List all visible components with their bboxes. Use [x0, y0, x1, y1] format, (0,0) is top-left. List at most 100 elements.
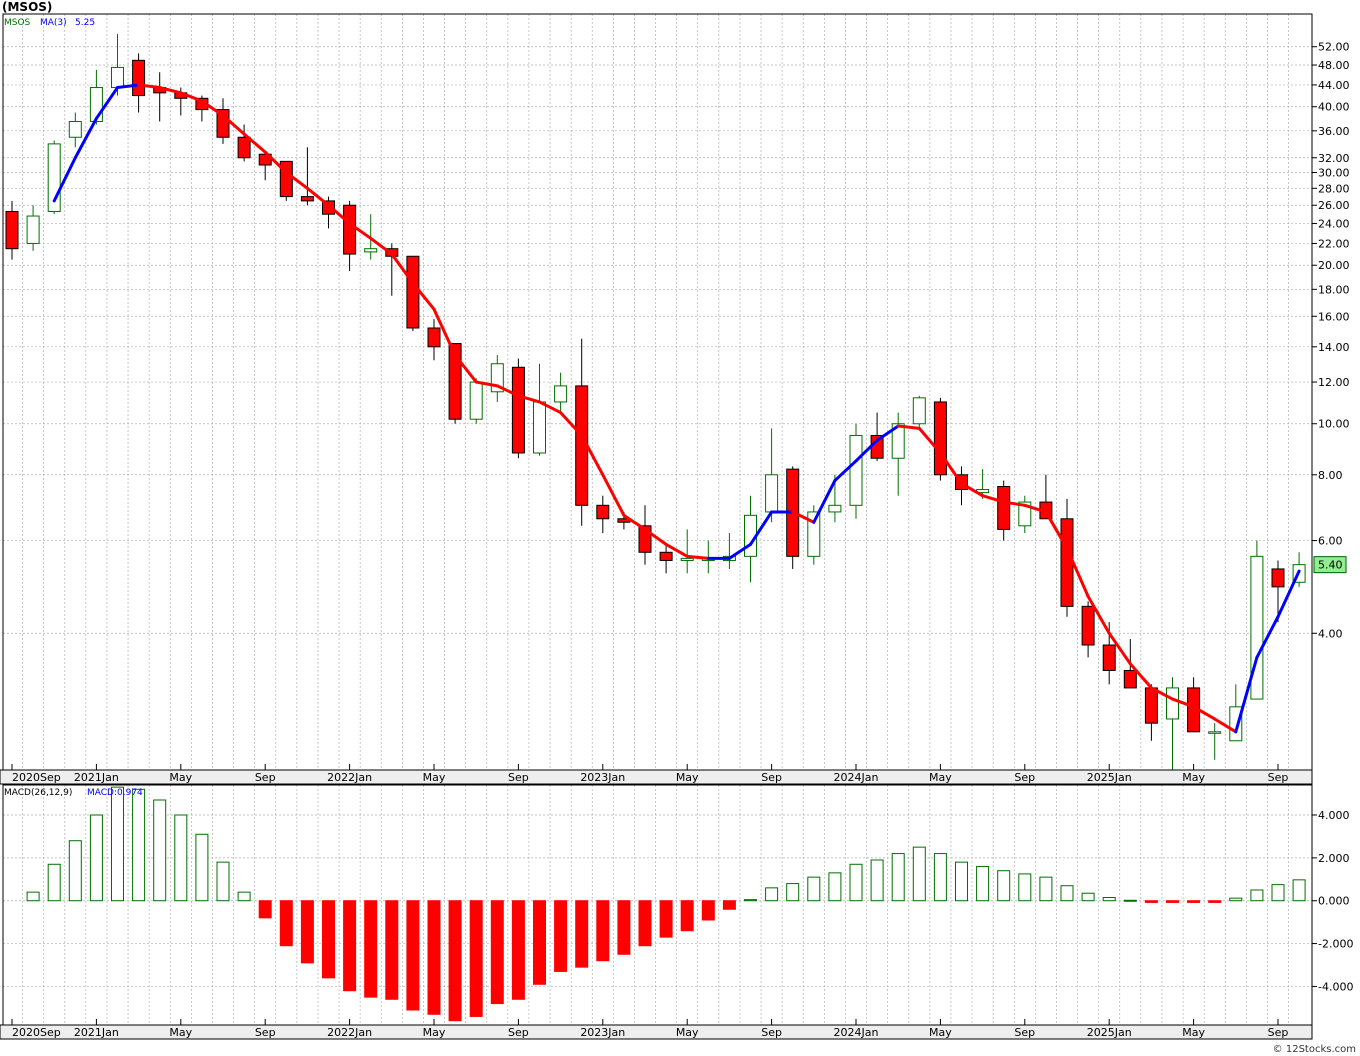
macd-x-tick-label: Sep — [508, 1026, 529, 1039]
candle-down — [933, 401, 947, 476]
legend-macd-name: MACD(26,12,9) — [4, 788, 72, 798]
macd-bar-positive — [237, 891, 251, 902]
candle-up — [828, 504, 842, 513]
macd-plot-area — [3, 785, 1312, 1025]
candle-up — [533, 401, 546, 454]
candle-down — [659, 551, 673, 561]
candle-down — [1102, 644, 1116, 671]
macd-x-tick-label: May — [169, 1026, 192, 1039]
macd-bar-positive — [849, 863, 863, 902]
macd-bar-negative — [343, 900, 357, 992]
macd-x-tick-label: Sep — [761, 1026, 782, 1039]
macd-bar-positive — [1271, 884, 1285, 902]
last-price-label: 5.40 — [1318, 559, 1343, 572]
macd-x-tick-label: May — [1182, 1026, 1205, 1039]
macd-bar-positive — [1229, 897, 1243, 902]
price-y-tick-label: 22.00 — [1318, 237, 1350, 250]
macd-bar-positive — [26, 891, 40, 902]
legend-symbol: MSOS — [4, 18, 31, 28]
price-x-tick-label: 2024Jan — [834, 771, 879, 784]
price-x-tick-label: Sep — [761, 771, 782, 784]
macd-bar-positive — [1292, 879, 1306, 902]
price-x-tick-label: Sep — [1014, 771, 1035, 784]
macd-bar-negative — [1187, 900, 1201, 903]
macd-y-tick-label: -2.000 — [1318, 938, 1353, 951]
price-x-tick-label: 2021Jan — [74, 771, 119, 784]
price-y-tick-label: 26.00 — [1318, 199, 1350, 212]
candle-up — [554, 385, 568, 403]
price-y-tick-label: 28.00 — [1318, 182, 1350, 195]
candle-up — [111, 66, 124, 89]
macd-x-tick-label: 2020Sep — [12, 1026, 61, 1039]
price-y-tick-label: 8.00 — [1318, 469, 1343, 482]
macd-bar-negative — [300, 900, 314, 964]
macd-y-tick-label: 2.000 — [1318, 852, 1350, 865]
price-x-tick-label: May — [676, 771, 699, 784]
price-y-tick-label: 12.00 — [1318, 376, 1350, 389]
candle-down — [596, 504, 610, 520]
price-x-tick-label: 2022Jan — [327, 771, 372, 784]
candle-up — [765, 474, 779, 513]
macd-bar-positive — [89, 814, 103, 902]
price-panel[interactable]: 52.00 48.00 44.00 40.00 36.00 32.00 30.00 28.00… — [0, 13, 1350, 785]
price-x-tick-label: May — [929, 771, 952, 784]
macd-bar-negative — [722, 900, 736, 910]
macd-bar-positive — [1102, 897, 1116, 902]
candle-down — [1123, 669, 1137, 689]
macd-bar-positive — [195, 833, 209, 902]
macd-bar-negative — [1144, 900, 1158, 903]
macd-bar-positive — [912, 846, 926, 902]
macd-bar-negative — [554, 900, 568, 972]
candle-down — [427, 327, 441, 348]
macd-bar-positive — [1250, 889, 1264, 902]
candle-down — [5, 210, 19, 250]
macd-bar-positive — [1081, 892, 1095, 902]
macd-bar-positive — [997, 870, 1011, 902]
candle-down — [1144, 687, 1158, 724]
macd-panel[interactable]: 4.000 2.000 0.000 -2.000 -4.000 2020Sep 2021Ja… — [0, 784, 1353, 1040]
macd-bar-negative — [596, 900, 610, 962]
candle-down — [1271, 568, 1285, 588]
macd-x-tick-label: 2021Jan — [74, 1026, 119, 1039]
macd-bar-negative — [1166, 900, 1179, 903]
macd-bar-negative — [701, 900, 715, 921]
price-y-tick-label: 10.00 — [1318, 418, 1350, 431]
candle-down — [1060, 518, 1074, 607]
macd-bar-positive — [1018, 873, 1032, 902]
price-y-tick-label: 52.00 — [1318, 41, 1350, 54]
price-x-tick-label: May — [423, 771, 446, 784]
price-y-tick-label: 44.00 — [1318, 79, 1350, 92]
price-y-tick-label: 30.00 — [1318, 167, 1350, 180]
price-y-tick-label: 24.00 — [1318, 218, 1350, 231]
candle-down — [406, 255, 420, 329]
macd-y-tick-label: 0.000 — [1318, 895, 1350, 908]
macd-x-tick-label: May — [423, 1026, 446, 1039]
price-x-tick-label: 2025Jan — [1087, 771, 1132, 784]
price-y-tick-label: 20.00 — [1318, 259, 1350, 272]
macd-bar-positive — [68, 840, 82, 902]
price-y-tick-label: 14.00 — [1318, 341, 1350, 354]
macd-bar-positive — [870, 859, 884, 902]
macd-bar-positive — [828, 872, 842, 902]
macd-bar-negative — [406, 900, 420, 1011]
macd-bar-negative — [659, 900, 673, 938]
price-x-tick-label: Sep — [1268, 771, 1289, 784]
macd-bar-negative — [385, 900, 399, 1000]
price-y-tick-label: 16.00 — [1318, 310, 1350, 323]
macd-bar-negative — [322, 900, 335, 979]
price-x-tick-label: Sep — [255, 771, 276, 784]
macd-bar-positive — [1123, 899, 1137, 902]
macd-bar-positive — [765, 887, 779, 902]
macd-bar-negative — [258, 900, 272, 919]
watermark: © 12Stocks.com — [1272, 1044, 1356, 1055]
candle-down — [343, 204, 357, 255]
stock-chart: 52.00 48.00 44.00 40.00 36.00 32.00 30.00 28.00… — [0, 13, 1353, 1040]
macd-bar-negative — [1208, 900, 1222, 903]
macd-x-tick-label: 2025Jan — [1087, 1026, 1132, 1039]
macd-bar-negative — [364, 900, 378, 998]
candle-up — [68, 120, 82, 138]
macd-bar-positive — [976, 865, 990, 902]
macd-x-tick-label: Sep — [1014, 1026, 1035, 1039]
legend-ma-label: MA(3) — [40, 18, 67, 28]
candle-down — [511, 366, 525, 454]
